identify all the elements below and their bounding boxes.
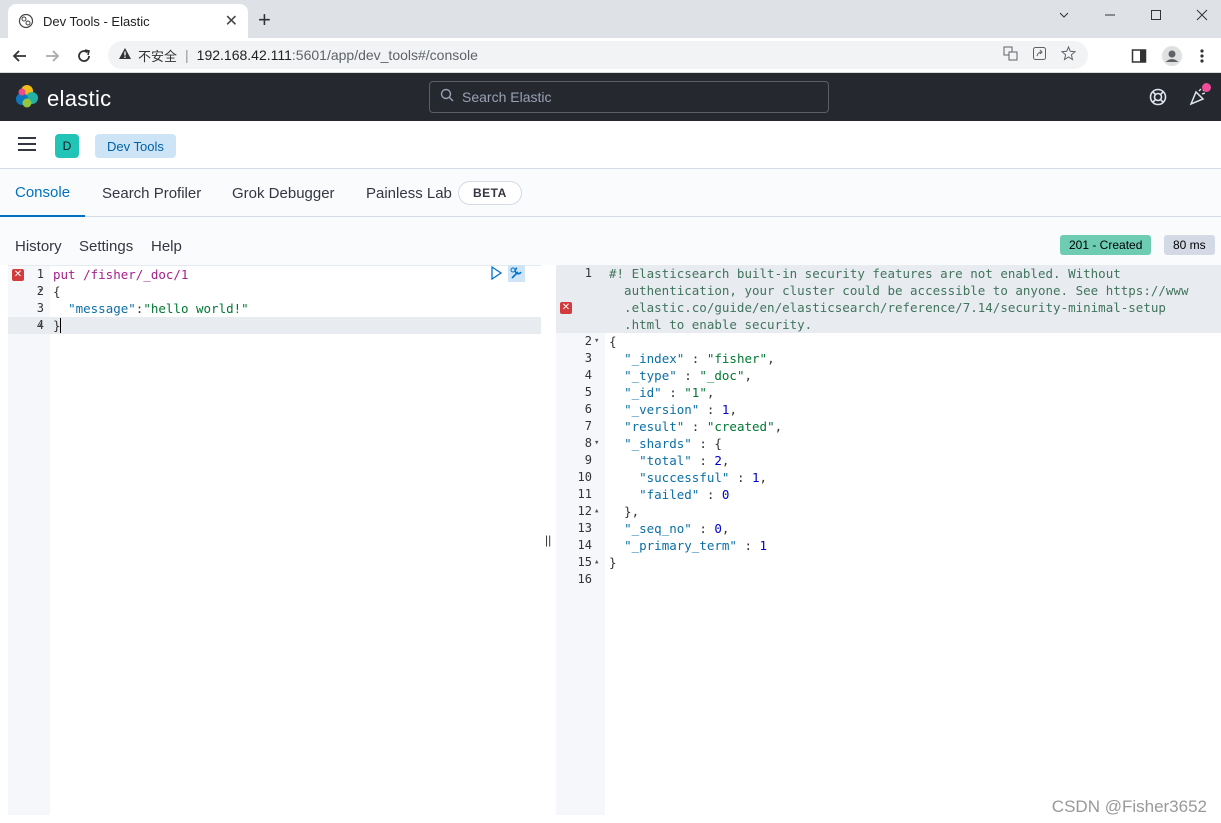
pane-resizer[interactable]: ||	[541, 265, 556, 815]
editor-line: ✕ 1 put /fisher/_doc/1	[8, 265, 541, 284]
request-method-url: put /fisher/_doc/1	[53, 267, 189, 282]
error-marker-icon: ✕	[560, 302, 572, 314]
space-avatar[interactable]: D	[55, 134, 79, 158]
browser-tab[interactable]: Dev Tools - Elastic ✕	[8, 4, 248, 38]
editor-line: 2 ▾ {	[36, 284, 61, 299]
editor-line-active: 4 ▴ }	[8, 317, 541, 334]
url-separator: |	[185, 47, 189, 63]
warning-icon	[118, 47, 132, 63]
console-menu: History Settings Help	[0, 217, 1221, 265]
beta-badge: BETA	[458, 181, 522, 205]
url-host: 192.168.42.111	[196, 47, 292, 63]
settings-link[interactable]: Settings	[79, 238, 133, 255]
bookmark-star-icon[interactable]	[1060, 45, 1077, 64]
back-icon[interactable]	[8, 44, 32, 68]
close-window-icon[interactable]	[1179, 0, 1221, 30]
editor-line: 3 "message":"hello world!"	[36, 301, 249, 316]
notification-dot	[1202, 83, 1211, 92]
maximize-icon[interactable]	[1133, 0, 1179, 30]
minimize-icon[interactable]	[1087, 0, 1133, 30]
new-tab-icon[interactable]: +	[258, 7, 271, 33]
response-output: 1 #! Elasticsearch built-in security feat…	[556, 265, 1221, 815]
url-field[interactable]: 不安全 | 192.168.42.111:5601/app/dev_tools#…	[108, 41, 1088, 69]
elastic-favicon-icon	[18, 13, 34, 29]
insecure-label[interactable]: 不安全	[138, 46, 177, 65]
tab-grok-debugger[interactable]: Grok Debugger	[232, 169, 335, 217]
request-editor[interactable]: ✕ 1 put /fisher/_doc/1 2 ▾ { 3 "message":…	[8, 265, 541, 815]
browser-tab-title: Dev Tools - Elastic	[43, 13, 150, 29]
dev-tools-tabs: Console Search Profiler Grok Debugger Pa…	[0, 169, 1221, 217]
wrench-actions-icon[interactable]	[508, 265, 525, 282]
tab-painless-lab[interactable]: Painless Lab	[366, 169, 452, 217]
global-search[interactable]	[429, 81, 829, 113]
breadcrumb-bar: D Dev Tools	[0, 121, 1221, 169]
url-path: :5601/app/dev_tools#/console	[291, 47, 478, 63]
breadcrumb-dev-tools[interactable]: Dev Tools	[95, 134, 176, 158]
close-tab-icon[interactable]: ✕	[225, 11, 238, 31]
status-badge: 201 - Created	[1060, 235, 1152, 255]
search-icon	[440, 88, 454, 107]
search-input[interactable]	[462, 89, 822, 105]
watermark: CSDN @Fisher3652	[1051, 797, 1207, 816]
minimize-window-icon[interactable]	[1041, 0, 1087, 30]
tab-console[interactable]: Console	[0, 169, 86, 217]
elastic-logo[interactable]: elastic	[14, 83, 111, 114]
news-feed-icon[interactable]	[1188, 83, 1211, 107]
address-bar: 不安全 | 192.168.42.111:5601/app/dev_tools#…	[0, 38, 1221, 73]
run-request-icon[interactable]	[490, 265, 503, 284]
editor-gutter	[8, 266, 50, 815]
translate-icon[interactable]	[1003, 46, 1018, 64]
browser-tab-strip: Dev Tools - Elastic ✕ +	[0, 0, 1221, 38]
kibana-header: elastic	[0, 73, 1221, 121]
browser-menu-icon[interactable]	[1200, 44, 1204, 68]
forward-icon[interactable]	[40, 44, 64, 68]
profile-avatar-icon[interactable]	[1161, 44, 1183, 68]
elastic-wordmark: elastic	[47, 85, 112, 111]
help-lifebuoy-icon[interactable]	[1148, 87, 1168, 107]
history-link[interactable]: History	[15, 238, 62, 255]
share-icon[interactable]	[1032, 46, 1047, 64]
elastic-cluster-icon	[14, 83, 40, 114]
reload-icon[interactable]	[72, 44, 96, 68]
text-cursor	[60, 318, 61, 333]
side-panel-icon[interactable]	[1131, 44, 1147, 68]
request-time-badge: 80 ms	[1164, 235, 1215, 255]
tab-search-profiler[interactable]: Search Profiler	[102, 169, 201, 217]
menu-toggle-icon[interactable]	[18, 137, 36, 151]
help-link[interactable]: Help	[151, 238, 182, 255]
